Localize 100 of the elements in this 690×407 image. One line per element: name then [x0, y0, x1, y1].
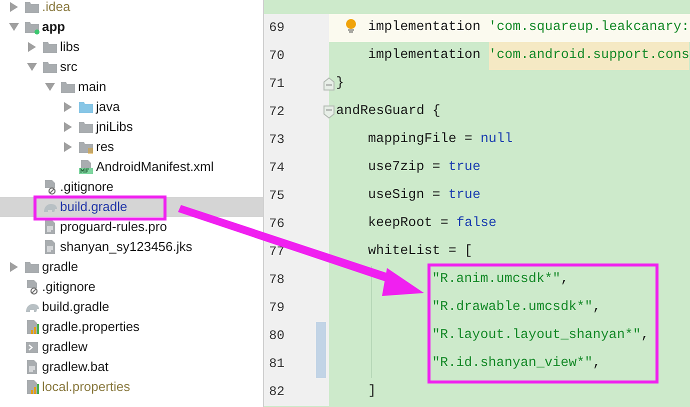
tree-row[interactable]: res: [0, 137, 122, 157]
tree-row[interactable]: jniLibs: [0, 117, 141, 137]
code-text: implementation: [368, 46, 482, 65]
line-number: 78: [269, 271, 285, 290]
tree-row[interactable]: libs: [0, 37, 88, 57]
tree-row[interactable]: .gitignore: [0, 177, 122, 197]
tree-row[interactable]: AndroidManifest.xml: [0, 157, 222, 177]
collapse-arrow-icon[interactable]: [9, 22, 19, 32]
tree-row[interactable]: gradlew: [0, 337, 96, 357]
properties-file-icon: [24, 319, 40, 335]
tree-item-label: libs: [60, 38, 80, 56]
text-file-icon: [24, 359, 40, 375]
fold-marker-icon[interactable]: [323, 105, 335, 119]
code-text: implementation: [368, 18, 482, 37]
folder-icon: [42, 39, 58, 55]
folder-icon: [42, 59, 58, 75]
folder-icon: [78, 119, 94, 135]
code-text: useSign =: [368, 186, 442, 205]
ignore-file-icon: [42, 179, 58, 195]
string-literal: "R.layout.layout_shanyan*": [432, 326, 641, 345]
change-marker[interactable]: [316, 322, 326, 350]
tree-item-label: .idea: [42, 0, 70, 16]
line-number: 81: [269, 355, 285, 374]
tree-item-label: gradlew: [42, 338, 88, 356]
code-text: ,: [640, 326, 649, 345]
line-number: 71: [269, 75, 285, 94]
line-number: 82: [269, 383, 285, 402]
tree-row[interactable]: build.gradle: [0, 297, 118, 317]
code-text: whiteList = [: [368, 242, 472, 261]
tree-item-label: app: [42, 18, 66, 36]
tree-row[interactable]: shanyan_sy123456.jks: [0, 237, 200, 257]
string-literal: "R.anim.umcsdk*": [432, 270, 561, 289]
code-text: ,: [560, 270, 569, 289]
text-file-icon: [42, 239, 58, 255]
tree-row[interactable]: local.properties: [0, 377, 138, 397]
tree-row[interactable]: .idea: [0, 0, 78, 17]
keyword: false: [456, 214, 497, 233]
line-number: 77: [269, 243, 285, 262]
string-literal: 'com.android.support.cons: [488, 42, 690, 70]
change-marker[interactable]: [316, 350, 326, 378]
code-text: andResGuard {: [336, 102, 440, 121]
tree-row[interactable]: .gitignore: [0, 277, 104, 297]
tree-item-label: res: [96, 138, 114, 156]
expand-arrow-icon[interactable]: [9, 2, 19, 12]
tree-row[interactable]: proguard-rules.pro: [0, 217, 175, 237]
string-literal: 'com.squareup.leakcanary:: [488, 18, 690, 37]
tree-row[interactable]: java: [0, 97, 128, 117]
manifest-file-icon: [78, 159, 94, 175]
tree-row[interactable]: src: [0, 57, 86, 77]
line-number: 76: [269, 215, 285, 234]
tree-row[interactable]: gradle: [0, 257, 86, 277]
tree-item-label: java: [96, 98, 120, 116]
keyword: null: [480, 130, 513, 149]
code-text: ,: [592, 298, 601, 317]
folder-icon: [24, 259, 40, 275]
tree-item-label: gradlew.bat: [42, 358, 108, 376]
source-folder-icon: [78, 99, 94, 115]
ignore-file-icon: [24, 279, 40, 295]
tree-item-label: jniLibs: [96, 118, 133, 136]
code-text: keepRoot =: [368, 214, 450, 233]
folder-icon: [60, 79, 76, 95]
line-number: 73: [269, 131, 285, 150]
line-number: 69: [269, 19, 285, 38]
tree-item-label: main: [78, 78, 106, 96]
text-file-icon: [42, 219, 58, 235]
code-text: mappingFile =: [368, 130, 474, 149]
keyword: true: [448, 186, 481, 205]
code-text: ]: [368, 382, 376, 401]
tree-item-label: build.gradle: [42, 298, 110, 316]
code-text: use7zip =: [368, 158, 442, 177]
expand-arrow-icon[interactable]: [9, 262, 19, 272]
string-literal: "R.drawable.umcsdk*": [432, 298, 593, 317]
tree-row[interactable]: main: [0, 77, 114, 97]
tree-row[interactable]: gradle.properties: [0, 317, 148, 337]
line-number: 79: [269, 299, 285, 318]
tree-item-label: local.properties: [42, 378, 130, 396]
line-number: 80: [269, 327, 285, 346]
tree-item-label: .gitignore: [42, 278, 96, 296]
tree-item-label: AndroidManifest.xml: [96, 158, 214, 176]
line-number: 72: [269, 103, 285, 122]
tree-item-label: proguard-rules.pro: [60, 218, 167, 236]
tree-item-label: .gitignore: [60, 178, 114, 196]
module-folder-icon: [24, 19, 40, 35]
line-number: 70: [269, 47, 285, 66]
tree-item-label: shanyan_sy123456.jks: [60, 238, 192, 256]
terminal-file-icon: [24, 339, 40, 355]
properties-file-icon: [24, 379, 40, 395]
tree-row[interactable]: gradlew.bat: [0, 357, 116, 377]
tree-row[interactable]: app: [0, 17, 74, 37]
string-literal: "R.id.shanyan_view*": [432, 354, 593, 373]
fold-marker-icon[interactable]: [323, 77, 335, 91]
keyword: true: [448, 158, 481, 177]
lightbulb-icon[interactable]: [345, 18, 357, 34]
expand-arrow-icon[interactable]: [27, 42, 37, 52]
line-number: 75: [269, 187, 285, 206]
tree-item-label: build.gradle: [60, 198, 128, 216]
tree-item-label: gradle.properties: [42, 318, 140, 336]
line-number: 74: [269, 159, 285, 178]
folder-icon: [24, 0, 40, 15]
code-text: ,: [592, 354, 601, 373]
